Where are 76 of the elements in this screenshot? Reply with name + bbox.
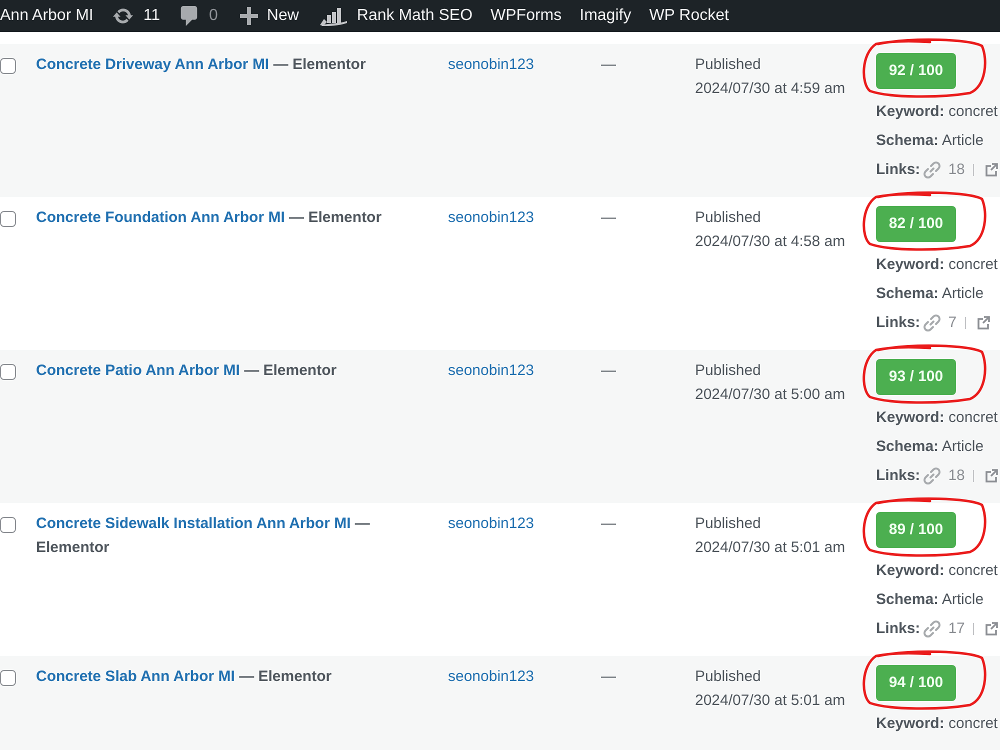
post-date: 2024/07/30 at 4:59 am (695, 79, 846, 99)
post-title-link[interactable]: Concrete Sidewalk Installation Ann Arbor MI (36, 515, 351, 532)
focus-keyword: Keyword: concret (876, 102, 998, 122)
link-icon (923, 160, 942, 178)
comment-icon (178, 6, 199, 26)
external-link-icon (984, 162, 998, 176)
author-link[interactable]: seonobin123 (448, 515, 534, 532)
row-checkbox[interactable] (0, 211, 16, 227)
seo-score-badge: 93 / 100 (876, 359, 956, 395)
link-icon (923, 466, 942, 484)
external-link-icon (984, 622, 998, 636)
chart-icon (320, 6, 347, 26)
admin-menu-link[interactable]: WPForms (482, 4, 571, 28)
schema-type: Schema: Article (876, 590, 985, 610)
links-label: Links: (876, 466, 920, 486)
post-title-line: Concrete Slab Ann Arbor MI — Elementor (36, 667, 333, 687)
post-date: 2024/07/30 at 5:01 am (695, 691, 846, 711)
schema-type: Schema: Article (876, 437, 985, 457)
post-title-link[interactable]: Concrete Slab Ann Arbor MI (36, 668, 235, 685)
external-link-icon (984, 468, 998, 482)
internal-link-count: 17 (948, 619, 965, 639)
internal-link-count: 18 (948, 160, 965, 180)
focus-keyword: Keyword: concret (876, 255, 998, 275)
comment-count: — (601, 362, 616, 379)
author-link[interactable]: seonobin123 (448, 209, 534, 226)
post-status: Published (695, 667, 761, 687)
seo-score-badge: 94 / 100 (876, 665, 956, 701)
plus-icon (240, 7, 258, 25)
row-checkbox[interactable] (0, 670, 16, 686)
links-label: Links: (876, 313, 920, 333)
post-title-line: Concrete Foundation Ann Arbor MI — Elementor (36, 208, 383, 228)
focus-keyword: Keyword: concret (876, 714, 998, 734)
seo-score-badge: 89 / 100 (876, 512, 956, 548)
schema-type: Schema: Article (876, 284, 985, 304)
comments-link[interactable]: 0 (168, 4, 228, 28)
external-link-icon (976, 316, 990, 330)
link-icon (923, 620, 942, 638)
post-status: Published (695, 361, 761, 381)
post-status: Published (695, 514, 761, 534)
internal-link-count: 18 (948, 466, 965, 486)
link-icon (923, 314, 942, 332)
updates-link[interactable]: 11 (103, 4, 169, 28)
post-date: 2024/07/30 at 5:00 am (695, 385, 846, 405)
comment-count: — (601, 56, 616, 73)
new-content-link[interactable]: New (228, 4, 311, 28)
site-name-link[interactable]: Ann Arbor MI (0, 4, 104, 28)
links-label: Links: (876, 160, 920, 180)
post-date: 2024/07/30 at 4:58 am (695, 232, 846, 252)
post-title-line: Concrete Driveway Ann Arbor MI — Elementor (36, 55, 367, 75)
row-checkbox[interactable] (0, 364, 16, 380)
post-status: Published (695, 208, 761, 228)
rank-math-menu[interactable]: Rank Math SEO (310, 4, 482, 28)
links-label: Links: (876, 619, 920, 639)
focus-keyword: Keyword: concret (876, 408, 998, 428)
admin-menu-link[interactable]: WP Rocket (640, 4, 738, 28)
post-date: 2024/07/30 at 5:01 am (695, 538, 846, 558)
post-title-link[interactable]: Concrete Driveway Ann Arbor MI (36, 56, 270, 73)
author-link[interactable]: seonobin123 (448, 56, 534, 73)
post-title-link[interactable]: Concrete Patio Ann Arbor MI (36, 362, 240, 379)
admin-menu-link[interactable]: Imagify (570, 4, 640, 28)
row-checkbox[interactable] (0, 58, 16, 74)
post-title-link[interactable]: Concrete Foundation Ann Arbor MI (36, 209, 285, 226)
author-link[interactable]: seonobin123 (448, 362, 534, 379)
row-checkbox[interactable] (0, 517, 16, 533)
post-title-line: Concrete Patio Ann Arbor MI — Elementor (36, 361, 338, 381)
comment-count: — (601, 515, 616, 532)
seo-score-badge: 82 / 100 (876, 206, 956, 242)
comment-count: — (601, 668, 616, 685)
internal-link-count: 7 (948, 313, 957, 333)
author-link[interactable]: seonobin123 (448, 668, 534, 685)
post-title-line: Concrete Sidewalk Installation Ann Arbor MI — Elementor (36, 514, 371, 558)
comment-count: — (601, 209, 616, 226)
seo-score-badge: 92 / 100 (876, 53, 956, 89)
post-status: Published (695, 55, 761, 75)
schema-type: Schema: Article (876, 131, 985, 151)
focus-keyword: Keyword: concret (876, 561, 998, 581)
